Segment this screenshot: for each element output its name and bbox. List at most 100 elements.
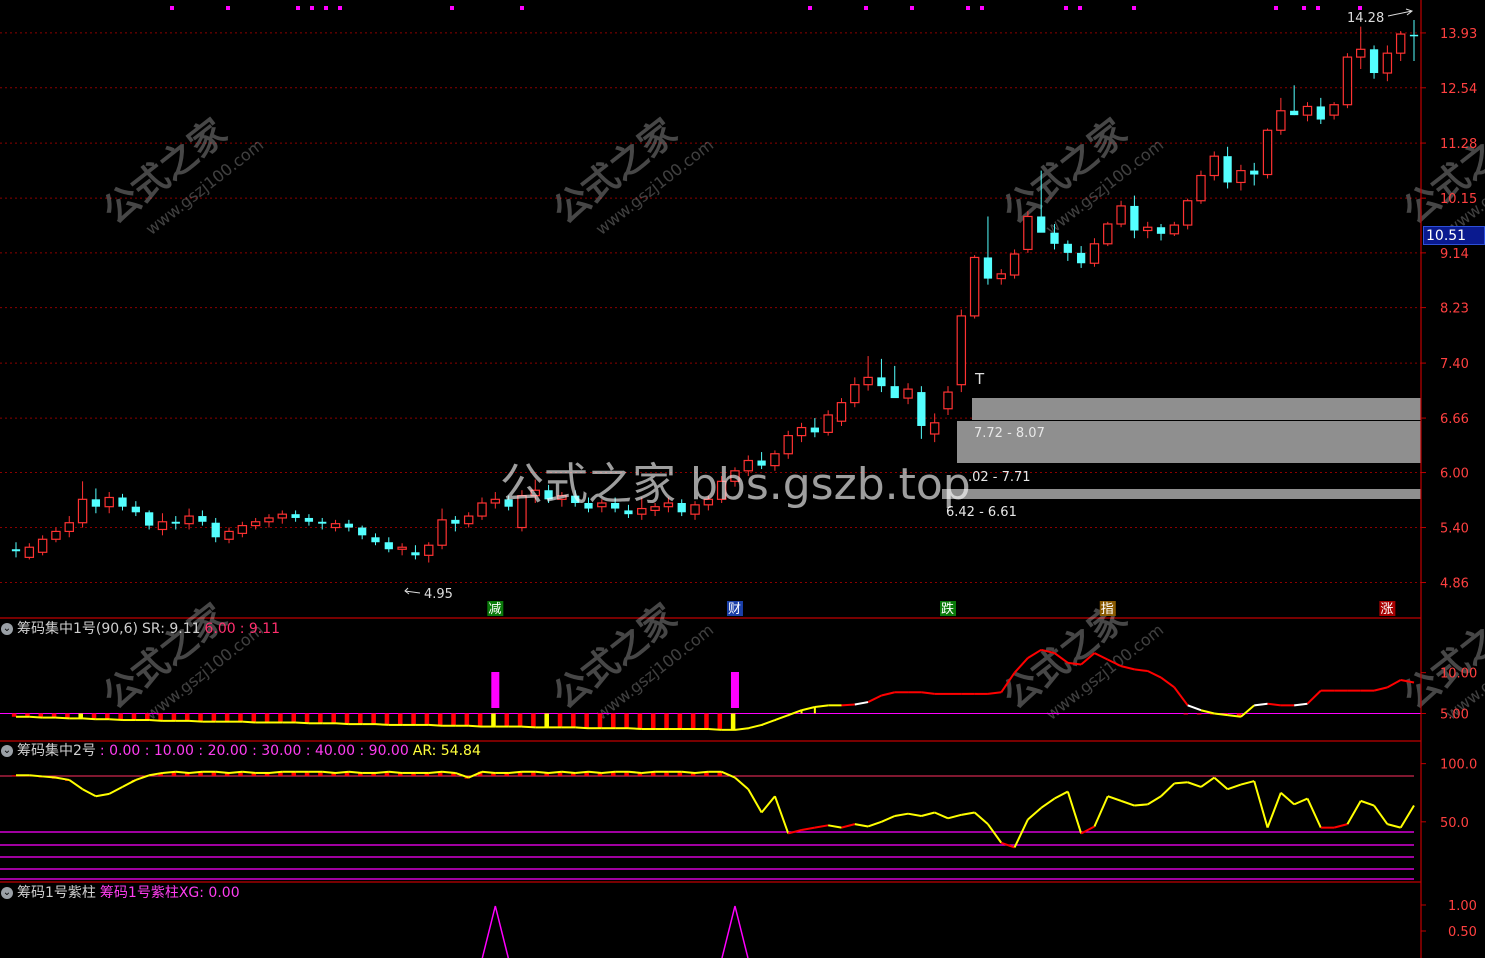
collapse-icon[interactable]: ⌄ [1, 623, 13, 635]
candle-body [358, 527, 367, 536]
chart-canvas[interactable]: 公式之家www.gszj100.com 公式之家www.gszj100.com 公式… [0, 0, 1485, 958]
panel1-sr-line [987, 691, 1002, 695]
watermark-tile: 公式之家www.gszj100.com [996, 112, 1167, 239]
panel2-ar-line [934, 811, 949, 820]
low-arrow-icon [404, 587, 421, 595]
panel1-sr-line [1294, 702, 1308, 707]
candle-body [1196, 174, 1206, 202]
panel1-spike [730, 672, 739, 708]
panel2-ar-line [561, 770, 576, 774]
panel2-ar-line [867, 820, 882, 828]
event-tag: 财 [728, 602, 741, 617]
panel1-v1: 6.00 [204, 621, 236, 637]
candle-body [411, 552, 420, 556]
panel1-sr-line [149, 719, 163, 722]
current-price-label: 10.51 [1423, 226, 1485, 245]
panel1-sr-line [242, 720, 256, 724]
panel2-ar-line [987, 823, 1003, 844]
collapse-icon[interactable]: ⌄ [1, 745, 13, 757]
status-dot [1064, 6, 1068, 10]
y-tick-label: 6.00 [1440, 467, 1469, 482]
candle-body [1169, 224, 1180, 235]
panel1-name: 筹码集中1号(90,6) [17, 621, 139, 637]
panel1-sr-line [774, 714, 789, 721]
y-tick-label: 4.86 [1440, 577, 1469, 592]
panel2-ar-line [854, 823, 869, 828]
panel1-bar [504, 713, 510, 727]
t-marker: T [974, 370, 985, 388]
panel1-bar [584, 713, 589, 729]
panel2-ar-line [1360, 799, 1375, 807]
candle-body [198, 516, 207, 522]
candle-body [1156, 227, 1166, 234]
panel2-ar-line [175, 770, 190, 774]
watermark-tile: 公式之家www.gszj100.com [96, 112, 267, 239]
candlestick-series [11, 19, 1419, 563]
panel1-bar [11, 713, 17, 717]
panel1-bar [531, 713, 536, 728]
panel3-spike [721, 905, 749, 958]
panel2-ar-line [841, 823, 856, 829]
y-tick-label: 1.00 [1448, 899, 1477, 914]
panel2-ar-line [1160, 782, 1176, 797]
panel1-sr: SR: 9.11 [142, 621, 201, 637]
panel2-ar-line [1240, 780, 1255, 786]
candle-body [1037, 216, 1046, 233]
panel1-sr-line [881, 691, 895, 697]
panel2-ar-line [108, 786, 123, 795]
panel2-ar-line [1147, 795, 1162, 806]
candle-body [929, 422, 940, 435]
panel2-ar-line [162, 770, 176, 774]
panel1-sr-line [841, 703, 855, 707]
candle-body [504, 499, 513, 507]
panel2-ar-line [548, 770, 562, 774]
candle-body [1023, 215, 1033, 251]
candle-body [716, 480, 727, 500]
panel1-sr-line [787, 709, 802, 717]
candle-body [1316, 106, 1325, 120]
panel2-ar-line [508, 770, 523, 774]
low-marker: 4.95 [424, 587, 453, 602]
status-dot [324, 6, 328, 10]
panel1-bar [690, 713, 696, 730]
candle-body [1209, 155, 1220, 177]
status-dot [1302, 6, 1306, 10]
collapse-icon[interactable]: ⌄ [1, 887, 13, 899]
candle-body [104, 496, 114, 508]
panel2-ar-line [1054, 790, 1069, 800]
panel1-header: ⌄ 筹码集中1号(90,6) SR: 9.11 6.00: 9.11 [0, 619, 284, 639]
panel3-name: 筹码1号紫柱 [17, 885, 96, 901]
candle-body [637, 507, 647, 515]
panel2-ar-line [921, 811, 935, 817]
candle-body [1116, 205, 1126, 225]
panel1-sr-line [1160, 676, 1175, 689]
candle-body [677, 502, 686, 513]
zone-band [942, 489, 1421, 499]
candle-body [690, 504, 700, 515]
zone-label: .02 - 7.71 [968, 470, 1031, 485]
status-dot [1078, 6, 1082, 10]
panel1-sr-line [708, 728, 722, 731]
candle-body [943, 391, 953, 410]
candle-body [37, 538, 48, 553]
panel2-ar-line [773, 795, 790, 834]
panel2-ar-line [973, 811, 989, 825]
panel1-bar [358, 713, 363, 725]
panel1-bar [557, 713, 563, 728]
panel1-bar [664, 713, 669, 730]
panel3-series [481, 905, 749, 958]
candle-body [424, 544, 434, 556]
candle-body [783, 435, 793, 455]
panel1-sr-line [1373, 686, 1388, 692]
candle-body [1142, 226, 1153, 232]
candle-body [304, 517, 314, 522]
panel2-ar-line [961, 811, 975, 816]
panel1-bar [397, 713, 403, 725]
y-tick-label: 11.28 [1440, 137, 1477, 152]
candle-body [796, 426, 807, 437]
panel1-sr-line [575, 726, 589, 730]
panel1-bar [304, 713, 310, 724]
panel1-bar [224, 713, 230, 722]
panel1-bar [624, 713, 629, 729]
status-dot [980, 6, 984, 10]
